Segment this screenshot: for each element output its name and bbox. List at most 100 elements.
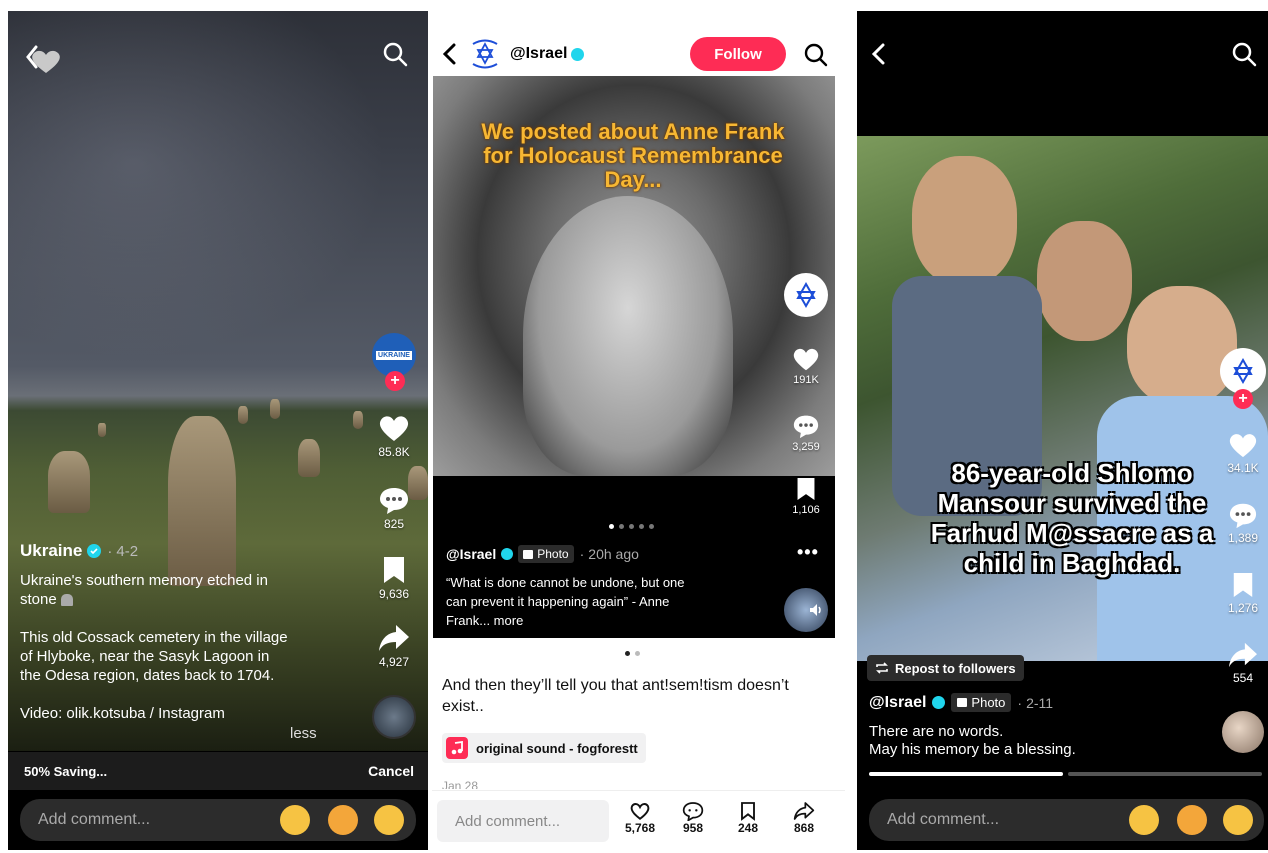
back-arrow-icon[interactable] <box>24 43 64 84</box>
gravestone <box>98 423 106 437</box>
save-count: 9,636 <box>378 587 410 601</box>
author-avatar[interactable] <box>1220 348 1266 394</box>
saving-bar: 50% Saving... Cancel <box>8 752 428 790</box>
grandfather-figure <box>1037 221 1132 341</box>
photo-label: Photo <box>537 547 569 561</box>
video-overlay-caption: 86-year-old Shlomo Mansour survived the … <box>930 458 1214 578</box>
music-disc[interactable] <box>372 695 416 739</box>
cancel-button[interactable]: Cancel <box>368 763 414 779</box>
header-handle[interactable]: @Israel <box>510 45 585 63</box>
dot <box>639 524 644 529</box>
comment-button[interactable]: 3,259 <box>776 413 835 453</box>
cross-gravestone <box>168 416 236 586</box>
search-icon[interactable] <box>804 43 828 72</box>
back-arrow-icon[interactable] <box>871 43 887 70</box>
save-count: 1,276 <box>1227 601 1259 615</box>
bookmark-icon <box>797 478 815 500</box>
love-emoji-icon[interactable] <box>1177 805 1207 835</box>
sound-chip[interactable]: original sound - fogforestt <box>442 733 646 763</box>
back-arrow-icon[interactable] <box>442 43 458 70</box>
author-name[interactable]: Ukraine <box>20 541 82 561</box>
share-button[interactable]: 868 <box>784 801 824 835</box>
sky-clouds <box>8 11 428 391</box>
comment-input[interactable]: Add comment... <box>437 800 609 842</box>
post-date: 4-2 <box>116 542 139 560</box>
gravestone <box>298 439 320 477</box>
follow-plus-button[interactable]: + <box>1233 389 1253 409</box>
post-handle[interactable]: @Israel <box>446 546 496 562</box>
family-photo[interactable] <box>857 136 1268 661</box>
like-count: 191K <box>793 374 819 386</box>
heart-icon <box>793 348 819 371</box>
caption-line[interactable]: Frank... more <box>446 611 736 630</box>
comment-icon <box>682 802 704 821</box>
comment-placeholder: Add comment... <box>455 812 561 830</box>
photo-carousel[interactable]: We posted about Anne Frank for Holocaust… <box>433 76 835 638</box>
gravestone <box>270 399 280 419</box>
caption-credit: Video: olik.kotsuba / Instagram <box>20 705 225 722</box>
bookmark-button[interactable]: 248 <box>728 801 768 835</box>
less-link[interactable]: less <box>290 725 317 742</box>
post-time: 20h ago <box>588 546 639 562</box>
laugh-emoji-icon[interactable] <box>1223 805 1253 835</box>
repost-icon <box>876 662 888 674</box>
sound-icon[interactable] <box>784 588 828 632</box>
dot <box>635 651 640 656</box>
share-count: 554 <box>1232 671 1254 685</box>
verified-icon <box>87 544 102 558</box>
grin-emoji-icon[interactable] <box>1129 805 1159 835</box>
dot <box>619 524 624 529</box>
search-icon[interactable] <box>382 41 408 72</box>
author-row: Ukraine · 4-2 <box>20 541 139 561</box>
like-button[interactable]: 5,768 <box>620 801 660 835</box>
bookmark-button[interactable]: 1,106 <box>776 476 835 516</box>
description-line: May his memory be a blessing. <box>869 741 1076 758</box>
dot <box>649 524 654 529</box>
follow-button[interactable]: Follow <box>690 37 786 71</box>
share-icon <box>379 625 409 651</box>
bookmark-icon <box>741 802 755 821</box>
bookmark-button[interactable]: 9,636 <box>364 555 424 601</box>
photo-label: Photo <box>971 695 1006 710</box>
sound-name: original sound - fogforestt <box>476 740 638 756</box>
more-icon[interactable]: ••• <box>797 542 819 563</box>
like-button[interactable]: 191K <box>776 346 835 386</box>
save-count: 1,106 <box>792 504 820 516</box>
share-count: 4,927 <box>378 655 410 669</box>
repost-button[interactable]: Repost to followers <box>867 655 1024 681</box>
video-caption: Ukraine's southern memory etched in ston… <box>20 571 340 723</box>
comment-button[interactable]: 825 <box>364 485 424 531</box>
verified-icon <box>932 696 946 709</box>
heart-icon <box>630 803 650 820</box>
follow-plus-button[interactable]: + <box>385 371 405 391</box>
photo-badge: Photo <box>951 693 1012 712</box>
like-count: 85.8K <box>378 445 410 459</box>
music-disc[interactable] <box>1222 711 1264 753</box>
grin-emoji-icon[interactable] <box>280 805 310 835</box>
caption-line: can prevent it happening again” - Anne <box>446 594 670 609</box>
verified-icon <box>571 47 585 61</box>
post-handle[interactable]: @Israel <box>869 694 926 712</box>
post-date: Jan 28 <box>442 779 479 789</box>
share-icon <box>793 802 815 820</box>
comment-button[interactable]: 958 <box>673 801 713 835</box>
saving-status: 50% Saving... <box>24 763 108 779</box>
gravestone <box>238 406 248 424</box>
like-button[interactable]: 85.8K <box>364 413 424 459</box>
share-icon <box>1229 642 1257 668</box>
bookmark-icon <box>384 557 404 583</box>
share-button[interactable]: 4,927 <box>364 623 424 669</box>
share-button[interactable]: 554 <box>1213 641 1268 685</box>
video-panel-ukraine: UKRAINE + 85.8K 825 9,636 4,927 Ukraine … <box>8 11 428 850</box>
love-emoji-icon[interactable] <box>328 805 358 835</box>
gravestone <box>353 411 363 429</box>
heart-icon <box>1229 434 1257 458</box>
handle-text: @Israel <box>510 45 568 62</box>
laugh-emoji-icon[interactable] <box>374 805 404 835</box>
search-icon[interactable] <box>1231 41 1257 72</box>
author-avatar[interactable] <box>784 273 828 317</box>
caption-line: “What is done cannot be undone, but one <box>446 575 685 590</box>
dot <box>629 524 634 529</box>
comment-count: 3,259 <box>792 441 820 453</box>
comment-count: 825 <box>383 517 405 531</box>
